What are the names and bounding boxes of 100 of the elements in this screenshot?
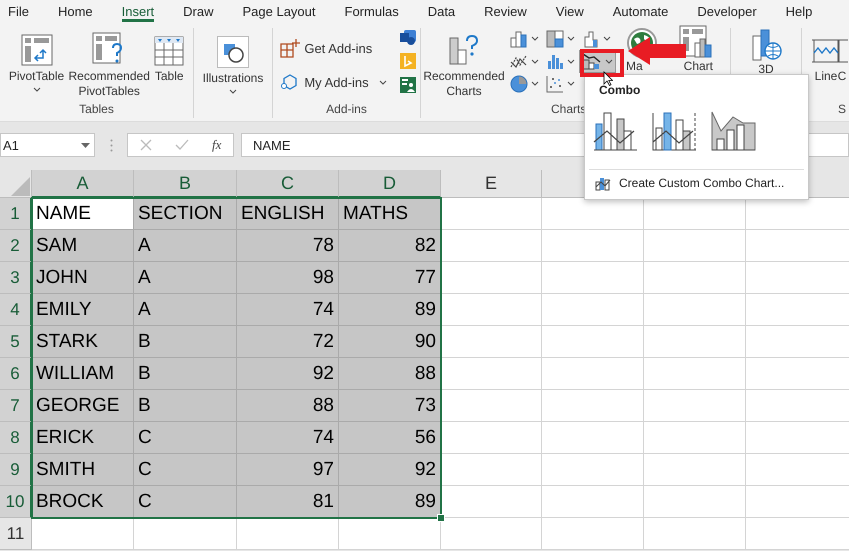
table-cell[interactable]: SECTION [134, 198, 237, 230]
table-cell[interactable] [644, 454, 746, 486]
app-icon[interactable] [398, 76, 417, 94]
table-cell[interactable] [644, 230, 746, 262]
ribbon-tab[interactable]: Review [484, 0, 527, 22]
table-cell[interactable]: 82 [339, 230, 441, 262]
table-cell[interactable] [644, 390, 746, 422]
ribbon-button[interactable]: Table [151, 28, 188, 86]
table-cell[interactable]: 77 [339, 262, 441, 294]
table-cell[interactable]: WILLIAM [32, 358, 134, 390]
ribbon-button[interactable]: Recommended Charts [421, 28, 507, 101]
table-cell[interactable] [542, 422, 644, 454]
table-cell[interactable] [644, 294, 746, 326]
insert-function-button[interactable]: fx [212, 137, 222, 153]
row-header[interactable]: 1 [0, 198, 32, 230]
table-cell[interactable]: SMITH [32, 454, 134, 486]
table-cell[interactable] [441, 326, 542, 358]
table-cell[interactable]: 89 [339, 294, 441, 326]
table-cell[interactable]: 88 [339, 358, 441, 390]
table-cell[interactable]: 97 [237, 454, 339, 486]
table-cell[interactable] [644, 358, 746, 390]
row-header[interactable]: 6 [0, 358, 32, 390]
table-cell[interactable]: BROCK [32, 486, 134, 518]
table-cell[interactable] [441, 230, 542, 262]
table-cell[interactable]: C [134, 454, 237, 486]
table-cell[interactable]: 88 [237, 390, 339, 422]
ribbon-tab[interactable]: Page Layout [242, 0, 316, 22]
table-cell[interactable] [441, 454, 542, 486]
ribbon-button[interactable]: Illustrations [200, 28, 266, 96]
table-cell[interactable]: A [134, 230, 237, 262]
column-header[interactable]: A [32, 170, 134, 198]
column-header[interactable]: B [134, 170, 237, 198]
dropdown-icon[interactable] [81, 142, 90, 148]
ribbon-button[interactable]: My Add-ins [276, 70, 391, 94]
table-cell[interactable]: SAM [32, 230, 134, 262]
name-box[interactable]: A1 [0, 133, 95, 157]
table-cell[interactable]: JOHN [32, 262, 134, 294]
ribbon-tab[interactable]: Data [428, 0, 456, 22]
table-cell[interactable]: B [134, 390, 237, 422]
row-header[interactable]: 9 [0, 454, 32, 486]
menu-item[interactable]: Create Custom Combo Chart... [585, 170, 794, 196]
table-cell[interactable]: 73 [339, 390, 441, 422]
ribbon-button[interactable]: Recommended PivotTables [69, 28, 150, 101]
table-cell[interactable] [644, 326, 746, 358]
table-cell[interactable]: 74 [237, 422, 339, 454]
ribbon-button[interactable]: C [836, 28, 848, 86]
column-header[interactable]: D [339, 170, 441, 198]
table-cell[interactable] [441, 422, 542, 454]
table-cell[interactable] [542, 454, 644, 486]
ribbon-tab[interactable]: Home [58, 0, 93, 22]
table-cell[interactable] [542, 230, 644, 262]
ribbon-button[interactable]: PivotTable [6, 28, 68, 94]
row-header[interactable]: 10 [0, 486, 32, 518]
table-cell[interactable] [542, 326, 644, 358]
column-header[interactable]: C [237, 170, 339, 198]
ribbon-tab[interactable]: File [8, 0, 29, 22]
table-cell[interactable] [644, 422, 746, 454]
table-cell[interactable]: C [134, 422, 237, 454]
row-header[interactable]: 3 [0, 262, 32, 294]
table-cell[interactable]: ERICK [32, 422, 134, 454]
check-icon[interactable] [174, 139, 189, 151]
table-cell[interactable]: 72 [237, 326, 339, 358]
table-cell[interactable]: 81 [237, 486, 339, 518]
row-header[interactable]: 8 [0, 422, 32, 454]
table-cell[interactable] [542, 262, 644, 294]
row-header[interactable]: 2 [0, 230, 32, 262]
table-cell[interactable] [441, 198, 542, 230]
fill-handle[interactable] [437, 514, 445, 522]
ribbon-tab[interactable]: Automate [612, 0, 668, 22]
row-header[interactable]: 4 [0, 294, 32, 326]
table-cell[interactable] [237, 518, 339, 550]
ribbon-tab[interactable]: Formulas [344, 0, 399, 22]
table-cell[interactable]: 92 [339, 454, 441, 486]
table-cell[interactable]: A [134, 294, 237, 326]
table-cell[interactable]: 98 [237, 262, 339, 294]
table-cell[interactable]: 92 [237, 358, 339, 390]
table-cell[interactable]: 74 [237, 294, 339, 326]
ribbon-tab[interactable]: View [556, 0, 584, 22]
table-cell[interactable] [542, 294, 644, 326]
table-cell[interactable]: C [134, 486, 237, 518]
table-cell[interactable]: 56 [339, 422, 441, 454]
cancel-icon[interactable] [140, 139, 152, 151]
table-cell[interactable] [441, 358, 542, 390]
row-header[interactable]: 11 [0, 518, 32, 550]
table-cell[interactable]: 78 [237, 230, 339, 262]
table-cell[interactable]: GEORGE [32, 390, 134, 422]
row-header[interactable]: 5 [0, 326, 32, 358]
table-cell[interactable] [644, 518, 746, 550]
table-cell[interactable] [542, 518, 644, 550]
table-cell[interactable]: 90 [339, 326, 441, 358]
app-icon[interactable] [398, 28, 417, 46]
table-cell[interactable]: B [134, 358, 237, 390]
table-cell[interactable]: ENGLISH [237, 198, 339, 230]
ribbon-button[interactable]: Get Add-ins [276, 36, 391, 60]
column-header[interactable]: E [441, 170, 542, 198]
table-cell[interactable] [644, 262, 746, 294]
table-cell[interactable] [542, 486, 644, 518]
table-cell[interactable] [32, 518, 134, 550]
table-cell[interactable]: A [134, 262, 237, 294]
table-cell[interactable]: B [134, 326, 237, 358]
